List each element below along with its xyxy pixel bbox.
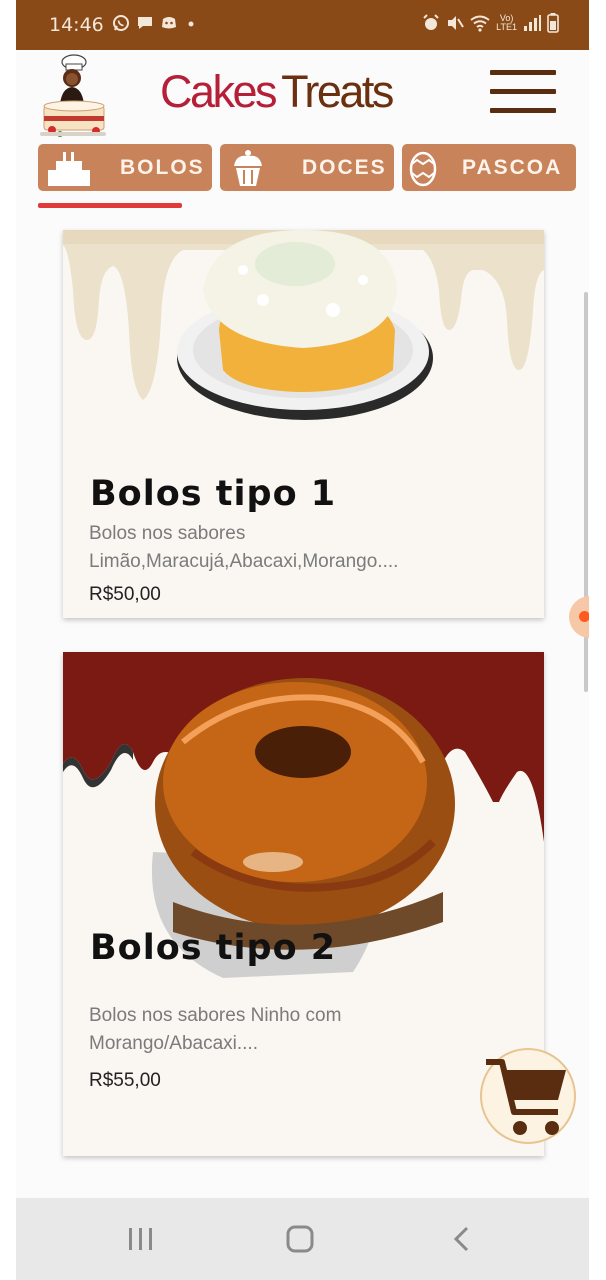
brand-logo-text: Cakes Treats xyxy=(160,66,394,118)
cupcake-icon xyxy=(234,150,262,186)
product-title: Bolos tipo 1 xyxy=(90,474,337,514)
status-bar: 14:46 Vo) LTE1 xyxy=(16,0,589,50)
tab-bolos[interactable]: BOLOS xyxy=(38,144,212,191)
home-icon[interactable] xyxy=(280,1224,320,1256)
tab-pascoa-label: PASCOA xyxy=(462,155,563,179)
discord-icon xyxy=(162,17,176,29)
hamburger-line xyxy=(490,108,556,113)
product-price: R$55,00 xyxy=(89,1070,161,1091)
product-description: Bolos nos sabores Limão,Maracujá,Abacaxi… xyxy=(89,523,399,572)
system-nav-bar xyxy=(16,1198,589,1280)
dot-icon xyxy=(188,21,194,27)
product-title: Bolos tipo 2 xyxy=(90,928,337,968)
hamburger-line xyxy=(490,70,556,75)
battery-icon xyxy=(547,13,559,33)
cake-icon xyxy=(48,152,90,186)
volte-label: Vo) LTE1 xyxy=(496,13,517,32)
tab-bolos-label: BOLOS xyxy=(120,155,205,179)
coconut-cake-photo xyxy=(63,230,544,440)
hamburger-menu-button[interactable] xyxy=(490,70,556,114)
cart-icon xyxy=(486,1059,566,1135)
product-card-2[interactable]: Bolos tipo 2 Bolos nos sabores Ninho com… xyxy=(63,652,544,1156)
category-tabs: BOLOS DOCES PASCOA xyxy=(16,144,589,194)
alarm-icon xyxy=(423,14,439,30)
wifi-icon xyxy=(470,15,490,32)
easter-egg-icon xyxy=(409,151,437,187)
app-header: Cakes Treats xyxy=(16,50,589,142)
hamburger-line xyxy=(490,89,556,94)
product-description: Bolos nos sabores Ninho com Morango/Abac… xyxy=(89,1005,342,1054)
whatsapp-icon xyxy=(113,15,129,31)
brand-word-treats: Treats xyxy=(281,66,394,117)
mute-icon xyxy=(448,16,465,30)
back-icon[interactable] xyxy=(442,1224,482,1256)
status-time: 14:46 xyxy=(49,14,104,36)
baker-cake-logo-icon[interactable] xyxy=(32,54,112,138)
brand-word-cakes: Cakes xyxy=(160,66,278,117)
recent-apps-icon[interactable] xyxy=(120,1224,160,1256)
tab-doces[interactable]: DOCES xyxy=(220,144,394,191)
product-price: R$50,00 xyxy=(89,584,161,605)
phone-screen: 14:46 Vo) LTE1 Cakes Treats BOLOS DOCES … xyxy=(16,0,589,1280)
product-card-1[interactable]: Bolos tipo 1 Bolos nos sabores Limão,Mar… xyxy=(63,230,544,618)
message-icon xyxy=(138,17,152,29)
tab-doces-label: DOCES xyxy=(302,155,387,179)
cart-button[interactable] xyxy=(480,1048,576,1144)
tab-pascoa[interactable]: PASCOA xyxy=(402,144,576,191)
signal-icon xyxy=(524,15,541,31)
